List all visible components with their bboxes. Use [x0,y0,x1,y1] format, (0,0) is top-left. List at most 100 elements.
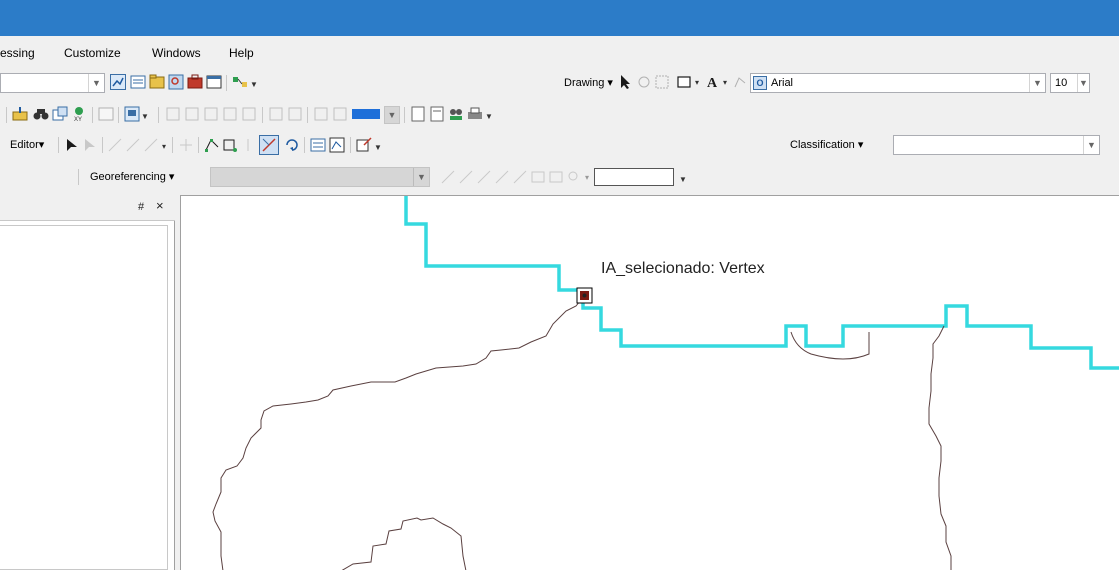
link-table-icon[interactable] [530,169,546,185]
create-features-icon[interactable] [356,137,372,153]
topology-edit-icon[interactable] [184,106,200,122]
add-data-icon[interactable] [12,106,28,122]
polygon-outline[interactable] [212,295,585,570]
chevron-down-icon[interactable]: ▼ [1083,136,1099,154]
chevron-down-icon[interactable]: ▾ [160,141,168,153]
swipe-icon[interactable] [313,106,329,122]
table-of-contents-icon[interactable] [130,74,146,90]
text-tool-icon[interactable]: A [705,74,721,91]
toolbar-row-standard: ▼ ▼ Drawing ▾ ▾ A ▾ O Arial ▼ 10 ▼ [0,66,1119,100]
chevron-down-icon[interactable]: ▾ [583,172,591,184]
rectangle-icon[interactable] [676,74,692,90]
svg-text:XY: XY [74,117,82,122]
font-icon: O [753,76,767,90]
page-setup-icon[interactable] [429,106,445,122]
menu-customize[interactable]: Customize [64,46,121,60]
classification-menu[interactable]: Classification ▾ [790,138,863,151]
viewer-icon[interactable] [512,169,528,185]
topology-tool-icon[interactable] [165,106,181,122]
view-link-table-icon[interactable] [548,169,564,185]
grid-tool-icon[interactable] [268,106,284,122]
rotate-icon[interactable] [636,74,652,90]
map-canvas[interactable] [181,196,1119,570]
zoom-to-selected-elements-icon[interactable] [654,74,670,90]
drawing-menu[interactable]: Drawing ▾ [564,76,613,89]
classification-combo[interactable]: ▼ [893,135,1100,155]
font-size-combo[interactable]: 10 ▼ [1050,73,1090,93]
menu-geoprocessing[interactable]: essing [0,46,35,60]
grid-tool-icon[interactable] [287,106,303,122]
catalog-icon[interactable] [149,74,165,90]
reshape-feature-icon[interactable] [222,137,238,153]
toolbar-options-icon[interactable]: ▼ [374,142,382,154]
pin-icon[interactable]: # [138,201,144,213]
color-dropdown[interactable]: ▼ [384,106,400,124]
chevron-down-icon[interactable]: ▼ [1029,74,1045,92]
color-swatch[interactable] [352,109,380,119]
edit-vertices-icon[interactable] [733,74,749,90]
flicker-icon[interactable] [332,106,348,122]
polygon-outline-right[interactable] [928,325,952,570]
network-edit-icon[interactable] [241,106,257,122]
chevron-down-icon[interactable]: ▾ [693,77,701,89]
cut-polygons-icon[interactable] [240,137,256,153]
edit-vertices-tool-icon[interactable] [204,137,220,153]
html-popup-icon[interactable] [98,106,114,122]
arctoolbox-icon[interactable] [187,74,203,90]
split-tool-button[interactable] [259,135,279,155]
font-combo[interactable]: O Arial ▼ [750,73,1046,93]
scale-georef-icon[interactable] [494,169,510,185]
georeferencing-menu[interactable]: Georeferencing ▾ [90,170,174,183]
trace-icon[interactable] [143,137,159,153]
search-window-icon[interactable] [168,74,184,90]
toolbar-options-icon[interactable]: ▼ [679,174,687,186]
chevron-down-icon[interactable]: ▼ [385,107,399,125]
editor-toolbar-icon[interactable] [110,74,126,90]
chevron-down-icon[interactable]: ▾ [721,77,729,89]
find-icon[interactable] [33,106,49,122]
rotate-tool-icon[interactable] [284,137,300,153]
rotate-georef-icon[interactable] [458,169,474,185]
point-icon[interactable] [178,137,194,153]
map-view[interactable]: IA_selecionado: Vertex [180,195,1119,570]
snap-vertex-marker[interactable] [576,287,593,304]
add-control-points-icon[interactable] [440,169,456,185]
endpoint-arc-icon[interactable] [125,137,141,153]
toolbar-options-icon[interactable]: ▼ [141,111,149,123]
layout-view-icon[interactable] [124,106,140,122]
python-window-icon[interactable] [206,74,222,90]
sketch-properties-icon[interactable] [329,137,345,153]
toolbar-options-icon[interactable]: ▼ [485,111,493,123]
editor-menu[interactable]: Editor▾ [10,138,44,151]
identify-icon[interactable] [52,106,68,122]
shift-icon[interactable] [476,169,492,185]
toolbar-row-tools: XY ▼ ▼ ▼ [0,100,1119,130]
zoom-georef-icon[interactable] [566,169,582,185]
chevron-down-icon[interactable]: ▼ [88,74,104,92]
georeferencing-input[interactable] [594,168,674,186]
menu-windows[interactable]: Windows [152,46,201,60]
print-icon[interactable] [467,106,483,122]
layout-page-icon[interactable] [410,106,426,122]
find-topology-icon[interactable] [203,106,219,122]
straight-segment-icon[interactable] [107,137,123,153]
group-icon[interactable] [448,106,464,122]
scale-combo[interactable]: ▼ [0,73,105,93]
chevron-down-icon[interactable]: ▼ [413,168,429,186]
network-tool-icon[interactable] [222,106,238,122]
chevron-down-icon[interactable]: ▼ [1077,74,1089,92]
font-name: Arial [771,77,794,89]
edit-annotation-icon[interactable] [82,137,98,153]
boundary-line[interactable] [404,196,1119,370]
attributes-icon[interactable] [310,137,326,153]
toolbar-options-icon[interactable]: ▼ [250,79,258,91]
svg-text:A: A [707,76,718,90]
georeferencing-layer-combo[interactable]: ▼ [210,167,430,187]
polygon-outline-lower[interactable] [341,517,467,570]
edit-tool-icon[interactable] [64,137,80,153]
go-to-xy-icon[interactable]: XY [71,106,87,123]
close-icon[interactable]: × [156,198,164,213]
select-elements-icon[interactable] [617,74,633,90]
menu-help[interactable]: Help [229,46,254,60]
model-builder-icon[interactable] [232,74,248,90]
